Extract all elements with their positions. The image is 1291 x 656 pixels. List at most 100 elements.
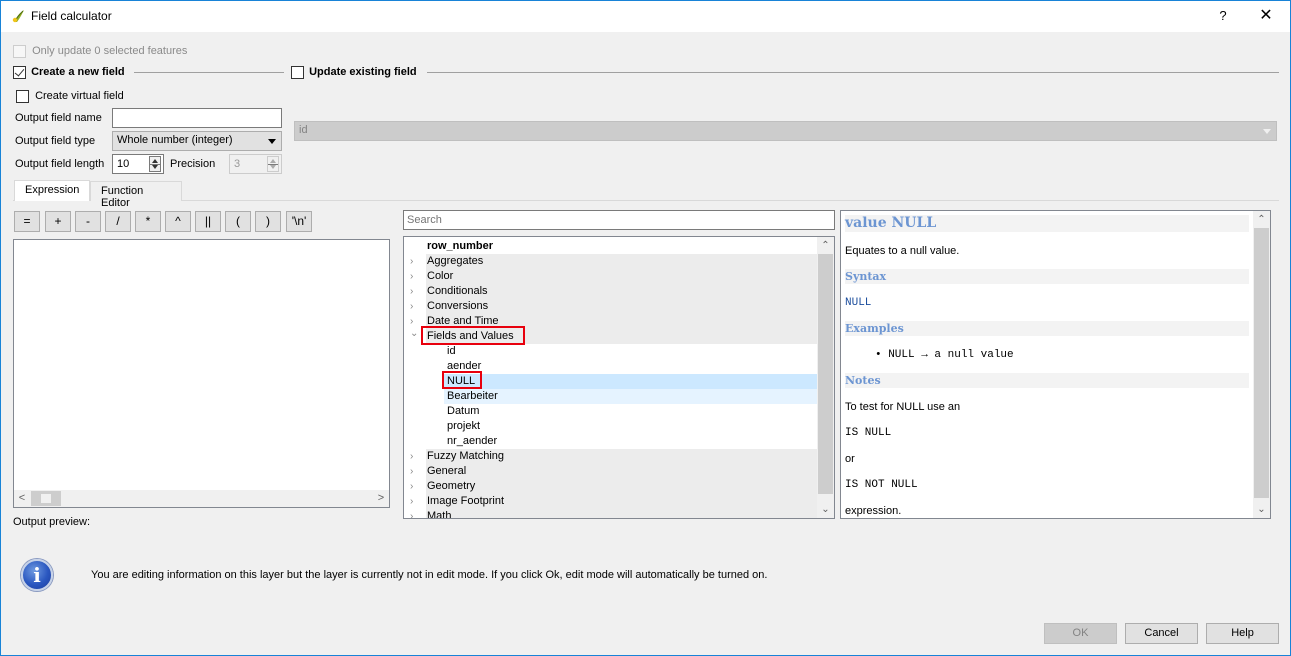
- group-divider: [134, 72, 284, 73]
- ok-button[interactable]: OK: [1044, 623, 1117, 644]
- operator-close-paren-button[interactable]: ): [255, 211, 281, 232]
- window-title: Field calculator: [31, 9, 112, 23]
- info-message: You are editing information on this laye…: [91, 569, 768, 581]
- scroll-thumb[interactable]: [31, 491, 61, 506]
- help-examples-heading: Examples: [845, 321, 1249, 336]
- tree-item-label: Aggregates: [427, 255, 484, 267]
- function-search-input[interactable]: [403, 210, 835, 230]
- field-calculator-dialog: Field calculator ? ✕ Only update 0 selec…: [0, 0, 1291, 656]
- chevron-right-icon[interactable]: ›: [410, 269, 420, 284]
- tree-group-item[interactable]: › Math: [404, 509, 818, 518]
- help-notes-heading: Notes: [845, 373, 1249, 388]
- chevron-right-icon[interactable]: ›: [410, 509, 420, 518]
- tree-item[interactable]: row_number: [404, 239, 818, 254]
- checkbox-box[interactable]: [291, 66, 304, 79]
- chevron-right-icon[interactable]: ›: [410, 254, 420, 269]
- horizontal-scrollbar[interactable]: < >: [14, 490, 389, 507]
- scroll-left-icon[interactable]: <: [14, 491, 30, 506]
- title-bar: Field calculator ? ✕: [1, 1, 1290, 32]
- operator-divide-button[interactable]: /: [105, 211, 131, 232]
- operator-multiply-button[interactable]: *: [135, 211, 161, 232]
- chevron-right-icon[interactable]: ›: [410, 464, 420, 479]
- scroll-thumb[interactable]: [1254, 228, 1269, 498]
- tab-bar-divider: [13, 200, 1279, 201]
- chevron-right-icon[interactable]: ›: [410, 494, 420, 509]
- function-tree: row_number › Aggregates › Color › Conditionals…: [403, 236, 835, 519]
- tree-group-item[interactable]: › Aggregates: [404, 254, 818, 269]
- precision-spinbox[interactable]: 3: [229, 154, 282, 174]
- scroll-down-icon[interactable]: ⌄: [1253, 501, 1270, 518]
- group-title: Update existing field: [309, 66, 417, 79]
- output-field-name-input[interactable]: [112, 108, 282, 128]
- only-update-selected-checkbox[interactable]: Only update 0 selected features: [13, 45, 187, 58]
- create-new-field-checkbox[interactable]: Create a new field: [13, 66, 125, 79]
- tree-item[interactable]: id: [404, 344, 818, 359]
- tree-group-item[interactable]: › Conditionals: [404, 284, 818, 299]
- output-field-length-spinbox[interactable]: 10: [112, 154, 164, 174]
- context-help-button[interactable]: ?: [1213, 6, 1233, 26]
- operator-concat-button[interactable]: ||: [195, 211, 221, 232]
- spin-arrows-icon[interactable]: [149, 156, 161, 172]
- checkbox-label: Create virtual field: [35, 90, 124, 103]
- selected-value: Whole number (integer): [117, 134, 233, 146]
- scroll-right-icon[interactable]: >: [373, 491, 389, 506]
- expression-editor[interactable]: < >: [13, 239, 390, 508]
- help-description: Equates to a null value.: [845, 245, 960, 257]
- group-divider: [427, 72, 1279, 73]
- tree-item[interactable]: Datum: [404, 404, 818, 419]
- tree-group-item[interactable]: › Fuzzy Matching: [404, 449, 818, 464]
- operator-power-button[interactable]: ^: [165, 211, 191, 232]
- chevron-right-icon[interactable]: ›: [410, 299, 420, 314]
- chevron-right-icon[interactable]: ›: [410, 284, 420, 299]
- chevron-right-icon[interactable]: ›: [410, 479, 420, 494]
- scroll-thumb[interactable]: [818, 254, 833, 494]
- tree-group-item[interactable]: › Geometry: [404, 479, 818, 494]
- help-notes-text: expression.: [845, 505, 902, 517]
- update-existing-field-checkbox[interactable]: Update existing field: [291, 66, 417, 79]
- tree-item-label: Color: [427, 270, 454, 282]
- operator-equals-button[interactable]: =: [14, 211, 40, 232]
- close-button[interactable]: ✕: [1256, 6, 1276, 26]
- create-virtual-field-checkbox[interactable]: Create virtual field: [16, 90, 124, 103]
- tree-item[interactable]: nr_aender: [404, 434, 818, 449]
- operator-open-paren-button[interactable]: (: [225, 211, 251, 232]
- scroll-up-icon[interactable]: ⌃: [817, 237, 834, 254]
- selected-value: id: [299, 124, 308, 136]
- vertical-scrollbar[interactable]: ⌃ ⌄: [817, 237, 834, 518]
- checkbox-box[interactable]: [13, 45, 26, 58]
- tree-item-label: Bearbeiter: [447, 390, 498, 402]
- tab-expression[interactable]: Expression: [14, 180, 90, 201]
- tree-group-item[interactable]: › Image Footprint: [404, 494, 818, 509]
- tree-item-label: row_number: [427, 240, 494, 252]
- checkbox-box[interactable]: [13, 66, 26, 79]
- tree-group-item[interactable]: › Color: [404, 269, 818, 284]
- tree-group-item[interactable]: › General: [404, 464, 818, 479]
- spin-arrows-icon[interactable]: [267, 156, 279, 172]
- scroll-up-icon[interactable]: ⌃: [1253, 211, 1270, 228]
- operator-minus-button[interactable]: -: [75, 211, 101, 232]
- tree-item-label: id: [447, 345, 456, 357]
- operator-newline-button[interactable]: '\n': [286, 211, 312, 232]
- operator-plus-button[interactable]: +: [45, 211, 71, 232]
- output-field-type-select[interactable]: Whole number (integer): [112, 131, 282, 151]
- function-help-panel: value NULL Equates to a null value. Synt…: [840, 210, 1271, 519]
- cancel-button[interactable]: Cancel: [1125, 623, 1198, 644]
- vertical-scrollbar[interactable]: ⌃ ⌄: [1253, 211, 1270, 518]
- spinbox-value: 10: [117, 158, 130, 170]
- tree-item[interactable]: Bearbeiter: [404, 389, 818, 404]
- help-notes-code: IS NULL: [845, 427, 892, 439]
- tree-group-item[interactable]: › Conversions: [404, 299, 818, 314]
- tree-item[interactable]: projekt: [404, 419, 818, 434]
- annotation-highlight-box: [442, 371, 482, 389]
- tab-function-editor[interactable]: Function Editor: [90, 181, 182, 209]
- help-button[interactable]: Help: [1206, 623, 1279, 644]
- scroll-down-icon[interactable]: ⌄: [817, 501, 834, 518]
- tree-item-label: Geometry: [427, 480, 476, 492]
- existing-field-select[interactable]: id: [294, 121, 1277, 141]
- checkbox-box[interactable]: [16, 90, 29, 103]
- chevron-right-icon[interactable]: ›: [410, 449, 420, 464]
- chevron-down-icon[interactable]: ⌄: [410, 326, 420, 341]
- help-syntax: NULL: [845, 297, 872, 309]
- tree-item-label: Fuzzy Matching: [427, 450, 505, 462]
- output-field-length-label: Output field length: [15, 158, 105, 170]
